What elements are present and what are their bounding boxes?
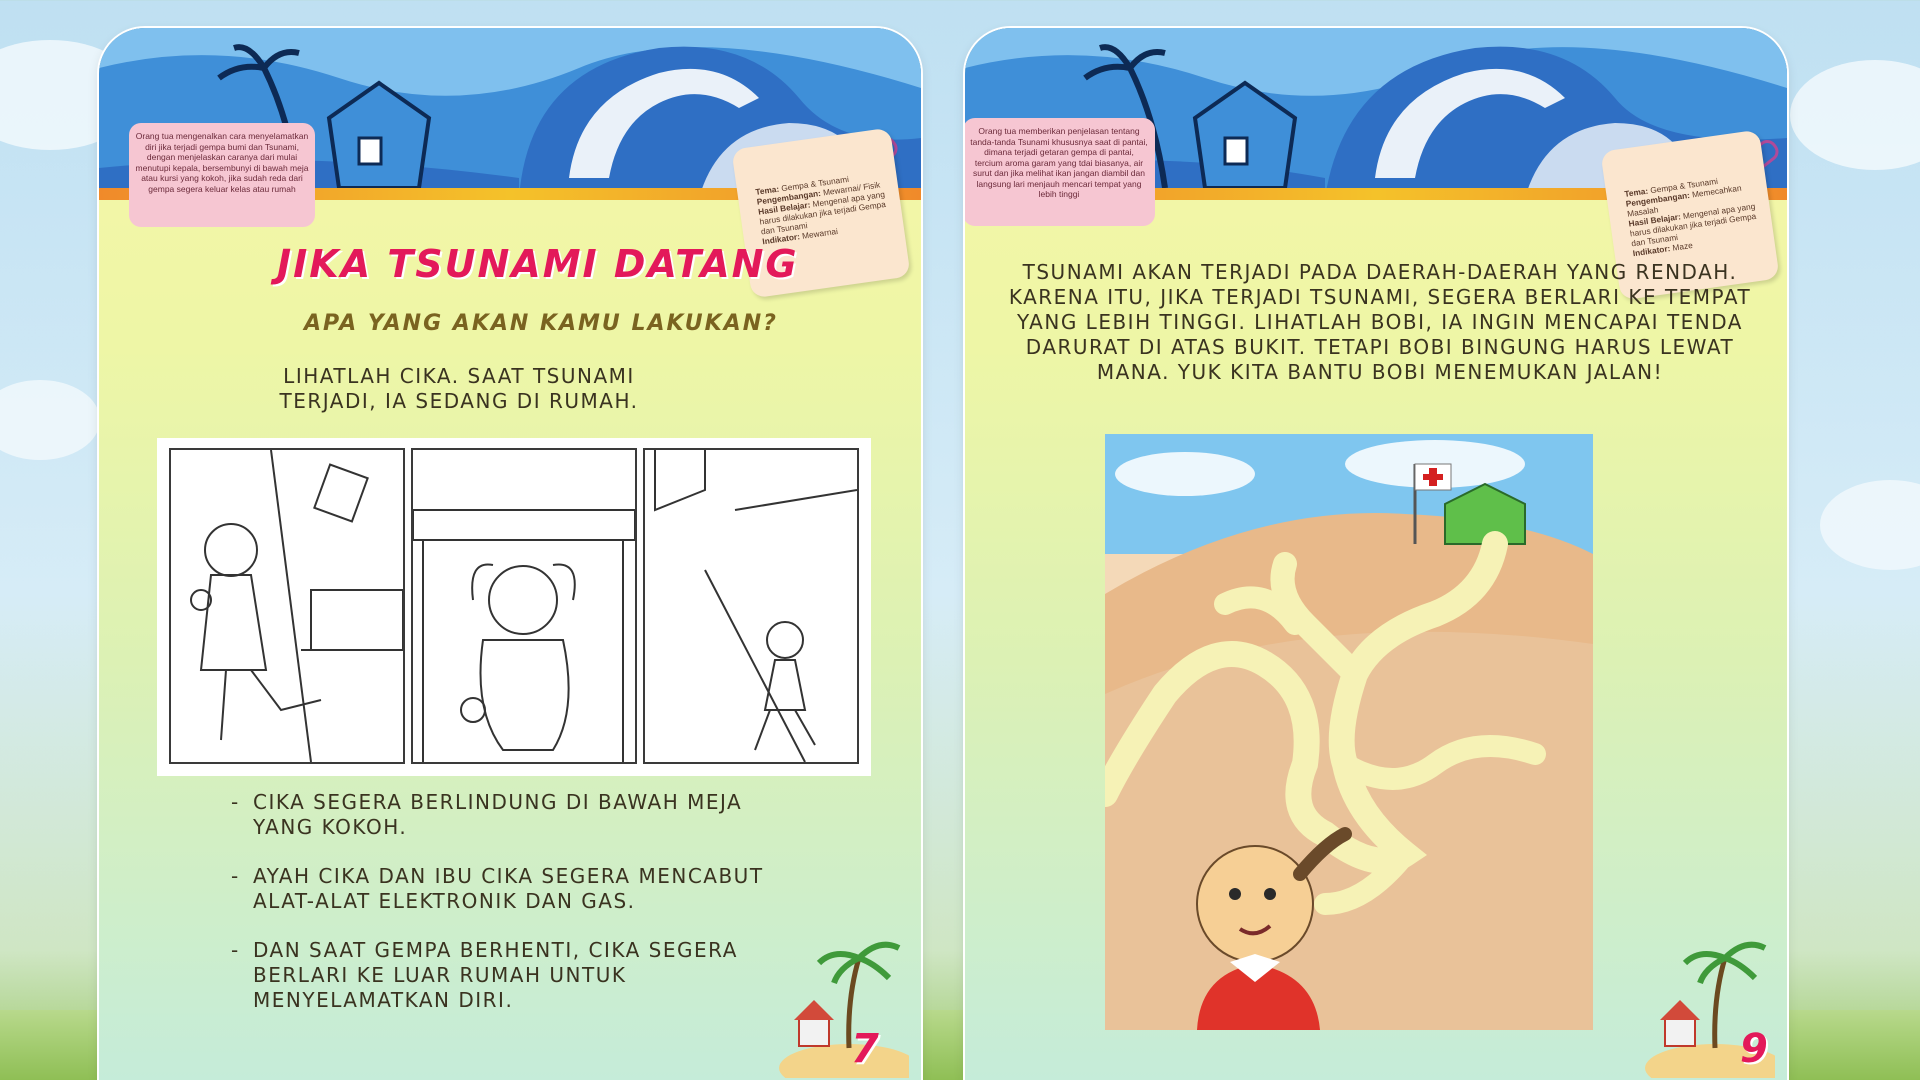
beach-island-illustration: [779, 941, 909, 1078]
parent-note: Orang tua memberikan penjelasan tentang …: [965, 118, 1155, 226]
instruction-item: AYAH CIKA DAN IBU CIKA SEGERA MENCABUT A…: [231, 864, 791, 914]
page-number: 7: [851, 1026, 879, 1072]
intro-text: TSUNAMI AKAN TERJADI PADA DAERAH-DAERAH …: [1008, 260, 1752, 384]
page-title: JIKA TSUNAMI DATANG: [277, 242, 799, 286]
girl-under-table-drawing: [412, 509, 636, 762]
comic-strip: [157, 438, 871, 776]
comic-panel-3: [643, 448, 859, 764]
background-cloud: [1820, 480, 1920, 570]
book-page-7: Orang tua mengenalkan cara menyelamatkan…: [99, 28, 921, 1080]
comic-panel-2: [411, 448, 637, 764]
background-cloud: [1790, 60, 1920, 170]
parent-note: Orang tua mengenalkan cara menyelamatkan…: [129, 123, 315, 227]
background-cloud: [0, 380, 100, 460]
hill-maze-drawing: [1105, 434, 1593, 1030]
page-number: 9: [1740, 1026, 1768, 1072]
instruction-item: DAN SAAT GEMPA BERHENTI, CIKA SEGERA BER…: [231, 938, 791, 1013]
maze-illustration: [1105, 434, 1593, 1030]
intro-text: LIHATLAH CIKA. SAAT TSUNAMI TERJADI, IA …: [279, 364, 639, 413]
girl-shaking-drawing: [190, 449, 404, 763]
instruction-item: CIKA SEGERA BERLINDUNG DI BAWAH MEJA YAN…: [231, 790, 791, 840]
question-heading: APA YANG AKAN KAMU LAKUKAN?: [304, 311, 778, 336]
girl-running-out-drawing: [654, 450, 858, 763]
comic-panel-1: [169, 448, 405, 764]
book-page-9: Orang tua memberikan penjelasan tentang …: [965, 28, 1787, 1080]
instruction-list: CIKA SEGERA BERLINDUNG DI BAWAH MEJA YAN…: [231, 790, 791, 1037]
